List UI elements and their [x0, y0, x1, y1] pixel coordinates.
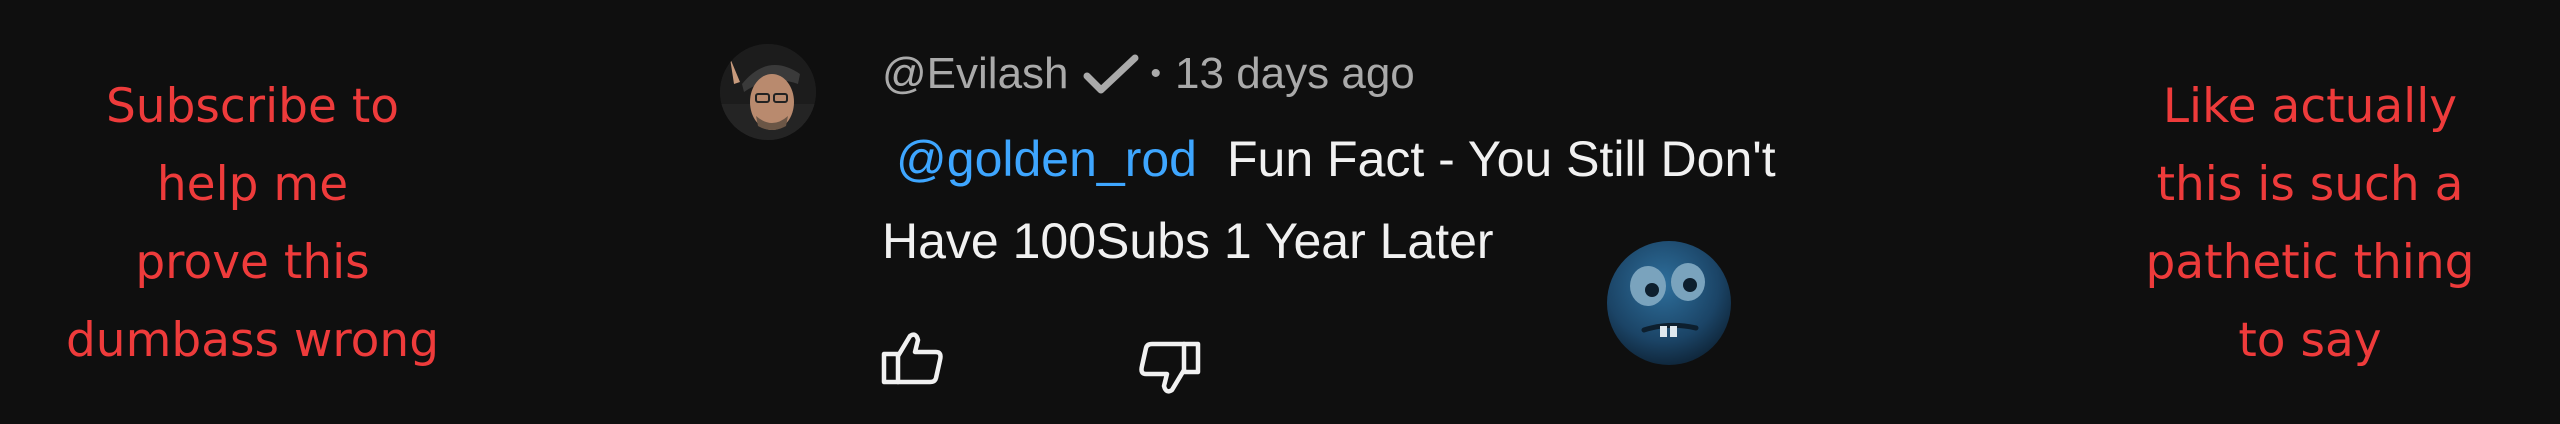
face-emoji-icon: [1604, 238, 1734, 368]
mention-link[interactable]: @golden_rod: [896, 131, 1197, 187]
dislike-button[interactable]: [1136, 340, 1202, 396]
comment-line-1: @golden_rod Fun Fact - You Still Don't: [882, 118, 1882, 200]
left-caption-line: Subscribe to: [105, 79, 400, 134]
left-caption-line: dumbass wrong: [65, 313, 440, 368]
left-caption: Subscribe to help me prove this dumbass …: [0, 68, 505, 380]
separator-dot: •: [1150, 57, 1162, 90]
left-caption-line: help me: [156, 157, 349, 212]
thumbs-up-icon: [881, 332, 943, 385]
channel-name[interactable]: @Evilash: [882, 49, 1069, 99]
thumbs-down-icon: [1139, 341, 1201, 394]
right-caption-line: to say: [2238, 313, 2382, 368]
right-caption: Like actually this is such a pathetic th…: [2060, 68, 2560, 380]
like-button[interactable]: [880, 330, 946, 386]
comment-text-segment: Fun Fact - You Still Don't: [1226, 131, 1776, 187]
right-caption-line: this is such a: [2156, 157, 2464, 212]
checkmark-icon: [1083, 52, 1139, 96]
right-caption-line: pathetic thing: [2145, 235, 2475, 290]
left-caption-line: prove this: [135, 235, 370, 290]
right-caption-line: Like actually: [2162, 79, 2458, 134]
timestamp[interactable]: 13 days ago: [1175, 49, 1415, 99]
comment-header: @Evilash • 13 days ago: [882, 44, 1415, 104]
avatar[interactable]: [720, 44, 816, 140]
